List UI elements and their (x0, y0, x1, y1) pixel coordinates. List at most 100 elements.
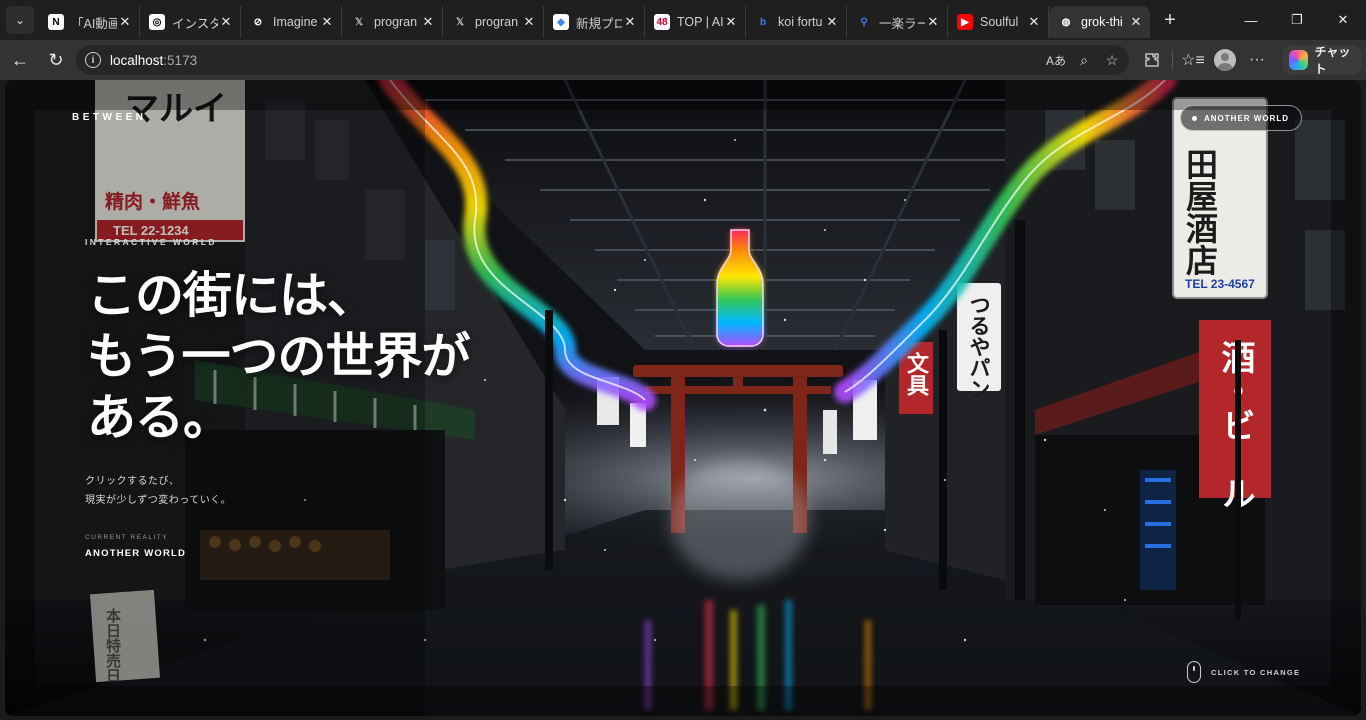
mouse-icon (1187, 661, 1201, 683)
favorites-icon[interactable]: ☆≡ (1177, 44, 1209, 76)
back-button[interactable]: ← (4, 44, 36, 76)
tab-title: 新規プロ (576, 16, 622, 31)
vending-machine (1140, 470, 1176, 590)
copilot-chat-button[interactable]: チャット (1283, 45, 1361, 76)
window-controls: — ❐ ✕ (1228, 0, 1366, 40)
close-icon[interactable]: ✕ (1128, 14, 1144, 30)
globe-icon: ◍ (1061, 16, 1071, 28)
grok-icon: ⊘ (253, 16, 263, 28)
restore-button[interactable]: ❐ (1274, 0, 1320, 40)
x-icon: 𝕏 (455, 16, 465, 28)
small-sign (823, 410, 837, 454)
close-icon: ✕ (1337, 12, 1349, 27)
address-bar[interactable]: i localhost:5173 Aあ ⌕ ☆ (76, 45, 1129, 75)
close-icon[interactable]: ✕ (218, 14, 234, 30)
tab-title: grok-thi (1081, 15, 1123, 29)
browser-toolbar: ← ↻ i localhost:5173 Aあ ⌕ ☆ ☆≡ ··· チャット (0, 40, 1366, 80)
subcopy-line: 現実が少しずつ変わっていく。 (85, 495, 232, 506)
close-icon[interactable]: ✕ (521, 14, 537, 30)
translate-icon[interactable]: Aあ (1045, 49, 1067, 71)
hero-headline: この街には、 もう一つの世界が ある。 (87, 265, 471, 448)
plus-icon: + (1164, 8, 1176, 31)
youtube-icon: ▶ (957, 14, 973, 30)
browser-tab[interactable]: N 「AI動画 ✕ (39, 6, 140, 38)
browser-tab[interactable]: ⊘ Imagine ✕ (241, 6, 342, 38)
tab-actions-menu-button[interactable]: ⌄ (6, 6, 34, 34)
page-viewport[interactable]: マルイ 精肉・鮮魚 TEL 22-1234 田屋酒店 TEL 23-4567 つ… (5, 80, 1361, 716)
click-to-change-hint: CLICK TO CHANGE (1187, 661, 1300, 683)
world-toggle-button[interactable]: ANOTHER WORLD (1180, 105, 1302, 131)
section-kicker: INTERACTIVE WORLD (85, 237, 217, 247)
sign-bungu-text: 文具 (903, 351, 929, 397)
x-icon: 𝕏 (354, 16, 364, 28)
toolbar-right: ☆≡ ··· (1136, 40, 1273, 80)
browser-tab[interactable]: 𝕏progran ✕ (443, 6, 544, 38)
browser-tab[interactable]: 𝕏progran ✕ (342, 6, 443, 38)
headline-line: ある。 (87, 389, 232, 446)
click-hint-label: CLICK TO CHANGE (1211, 667, 1301, 677)
current-reality-label: CURRENT REALITY (85, 534, 169, 541)
gemini-icon: ◆ (553, 14, 569, 30)
chatgpt-icon: ◎ (149, 14, 165, 30)
favorite-star-icon[interactable]: ☆ (1101, 49, 1123, 71)
headline-line: この街には、 (87, 267, 376, 324)
arrow-left-icon: ← (11, 49, 29, 70)
site-48-icon: 48 (654, 14, 670, 30)
chevron-down-icon: ⌄ (14, 13, 26, 27)
tab-title: 一楽ラー (879, 16, 925, 31)
browser-tab[interactable]: ⚲ 一楽ラー ✕ (847, 6, 948, 38)
close-icon[interactable]: ✕ (824, 14, 840, 30)
brand-logo[interactable]: BETWEEN (72, 112, 147, 123)
toolbar-separator (1172, 51, 1173, 69)
browser-tab[interactable]: 48 TOP | AI ✕ (645, 6, 746, 38)
reload-button[interactable]: ↻ (40, 44, 72, 76)
sign-tel-right: TEL 23-4567 (1185, 277, 1255, 291)
world-toggle-label: ANOTHER WORLD (1204, 113, 1289, 123)
browser-tab[interactable]: ◎ インスタYo✕ (140, 6, 241, 38)
site-info-icon[interactable]: i (85, 52, 101, 68)
tab-title: Imagine (273, 15, 318, 29)
bing-icon: b (759, 16, 767, 28)
tab-title: TOP | AI (677, 15, 723, 29)
close-icon[interactable]: ✕ (1026, 14, 1042, 30)
search-icon: ⚲ (860, 16, 868, 28)
restore-icon: ❐ (1291, 12, 1303, 27)
minimize-icon: — (1244, 12, 1258, 28)
tab-list: N「AI動画✕◎インスタYo✕⊘Imagine✕𝕏progran✕𝕏progra… (39, 2, 1150, 38)
fog-core (670, 460, 810, 580)
tab-title: progran (374, 15, 418, 29)
close-icon[interactable]: ✕ (622, 14, 638, 30)
subcopy-line: クリックするたび、 (85, 476, 180, 487)
notion-icon: N (48, 14, 64, 30)
minimize-button[interactable]: — (1228, 0, 1274, 40)
sign-sakaya-text: 田屋酒店 (1181, 148, 1219, 276)
close-icon[interactable]: ✕ (319, 14, 335, 30)
avatar (1214, 49, 1236, 71)
browser-tab[interactable]: ◍ grok-thi ✕ (1049, 6, 1150, 38)
more-menu-icon[interactable]: ··· (1241, 44, 1273, 76)
current-reality-value: ANOTHER WORLD (85, 548, 187, 559)
sign-tsuruya-text: つるやパン (967, 294, 991, 399)
browser-tab[interactable]: b koi fortu ✕ (746, 6, 847, 38)
close-icon[interactable]: ✕ (723, 14, 739, 30)
tab-title: progran (475, 15, 519, 29)
profile-button[interactable] (1209, 44, 1241, 76)
zoom-icon[interactable]: ⌕ (1073, 49, 1095, 71)
hero-subcopy: クリックするたび、 現実が少しずつ変わっていく。 (85, 472, 231, 510)
address-bar-actions: Aあ ⌕ ☆ (1045, 45, 1123, 75)
close-icon[interactable]: ✕ (420, 14, 436, 30)
tab-title: インスタYo (172, 16, 218, 31)
reload-icon: ↻ (48, 49, 64, 70)
browser-tab[interactable]: ▶ Soulful ✕ (948, 6, 1049, 38)
tab-title: koi fortu (778, 15, 823, 29)
headline-line: もう一つの世界が (87, 328, 471, 385)
new-tab-button[interactable]: + (1156, 6, 1184, 34)
browser-tab[interactable]: ◆ 新規プロ ✕ (544, 6, 645, 38)
close-icon[interactable]: ✕ (925, 14, 941, 30)
extensions-icon[interactable] (1136, 44, 1168, 76)
close-window-button[interactable]: ✕ (1320, 0, 1366, 40)
tab-strip: ⌄ N「AI動画✕◎インスタYo✕⊘Imagine✕𝕏progran✕𝕏prog… (0, 0, 1366, 40)
address-url[interactable]: localhost:5173 (110, 53, 197, 68)
close-icon[interactable]: ✕ (117, 14, 133, 30)
copilot-icon (1289, 50, 1309, 70)
